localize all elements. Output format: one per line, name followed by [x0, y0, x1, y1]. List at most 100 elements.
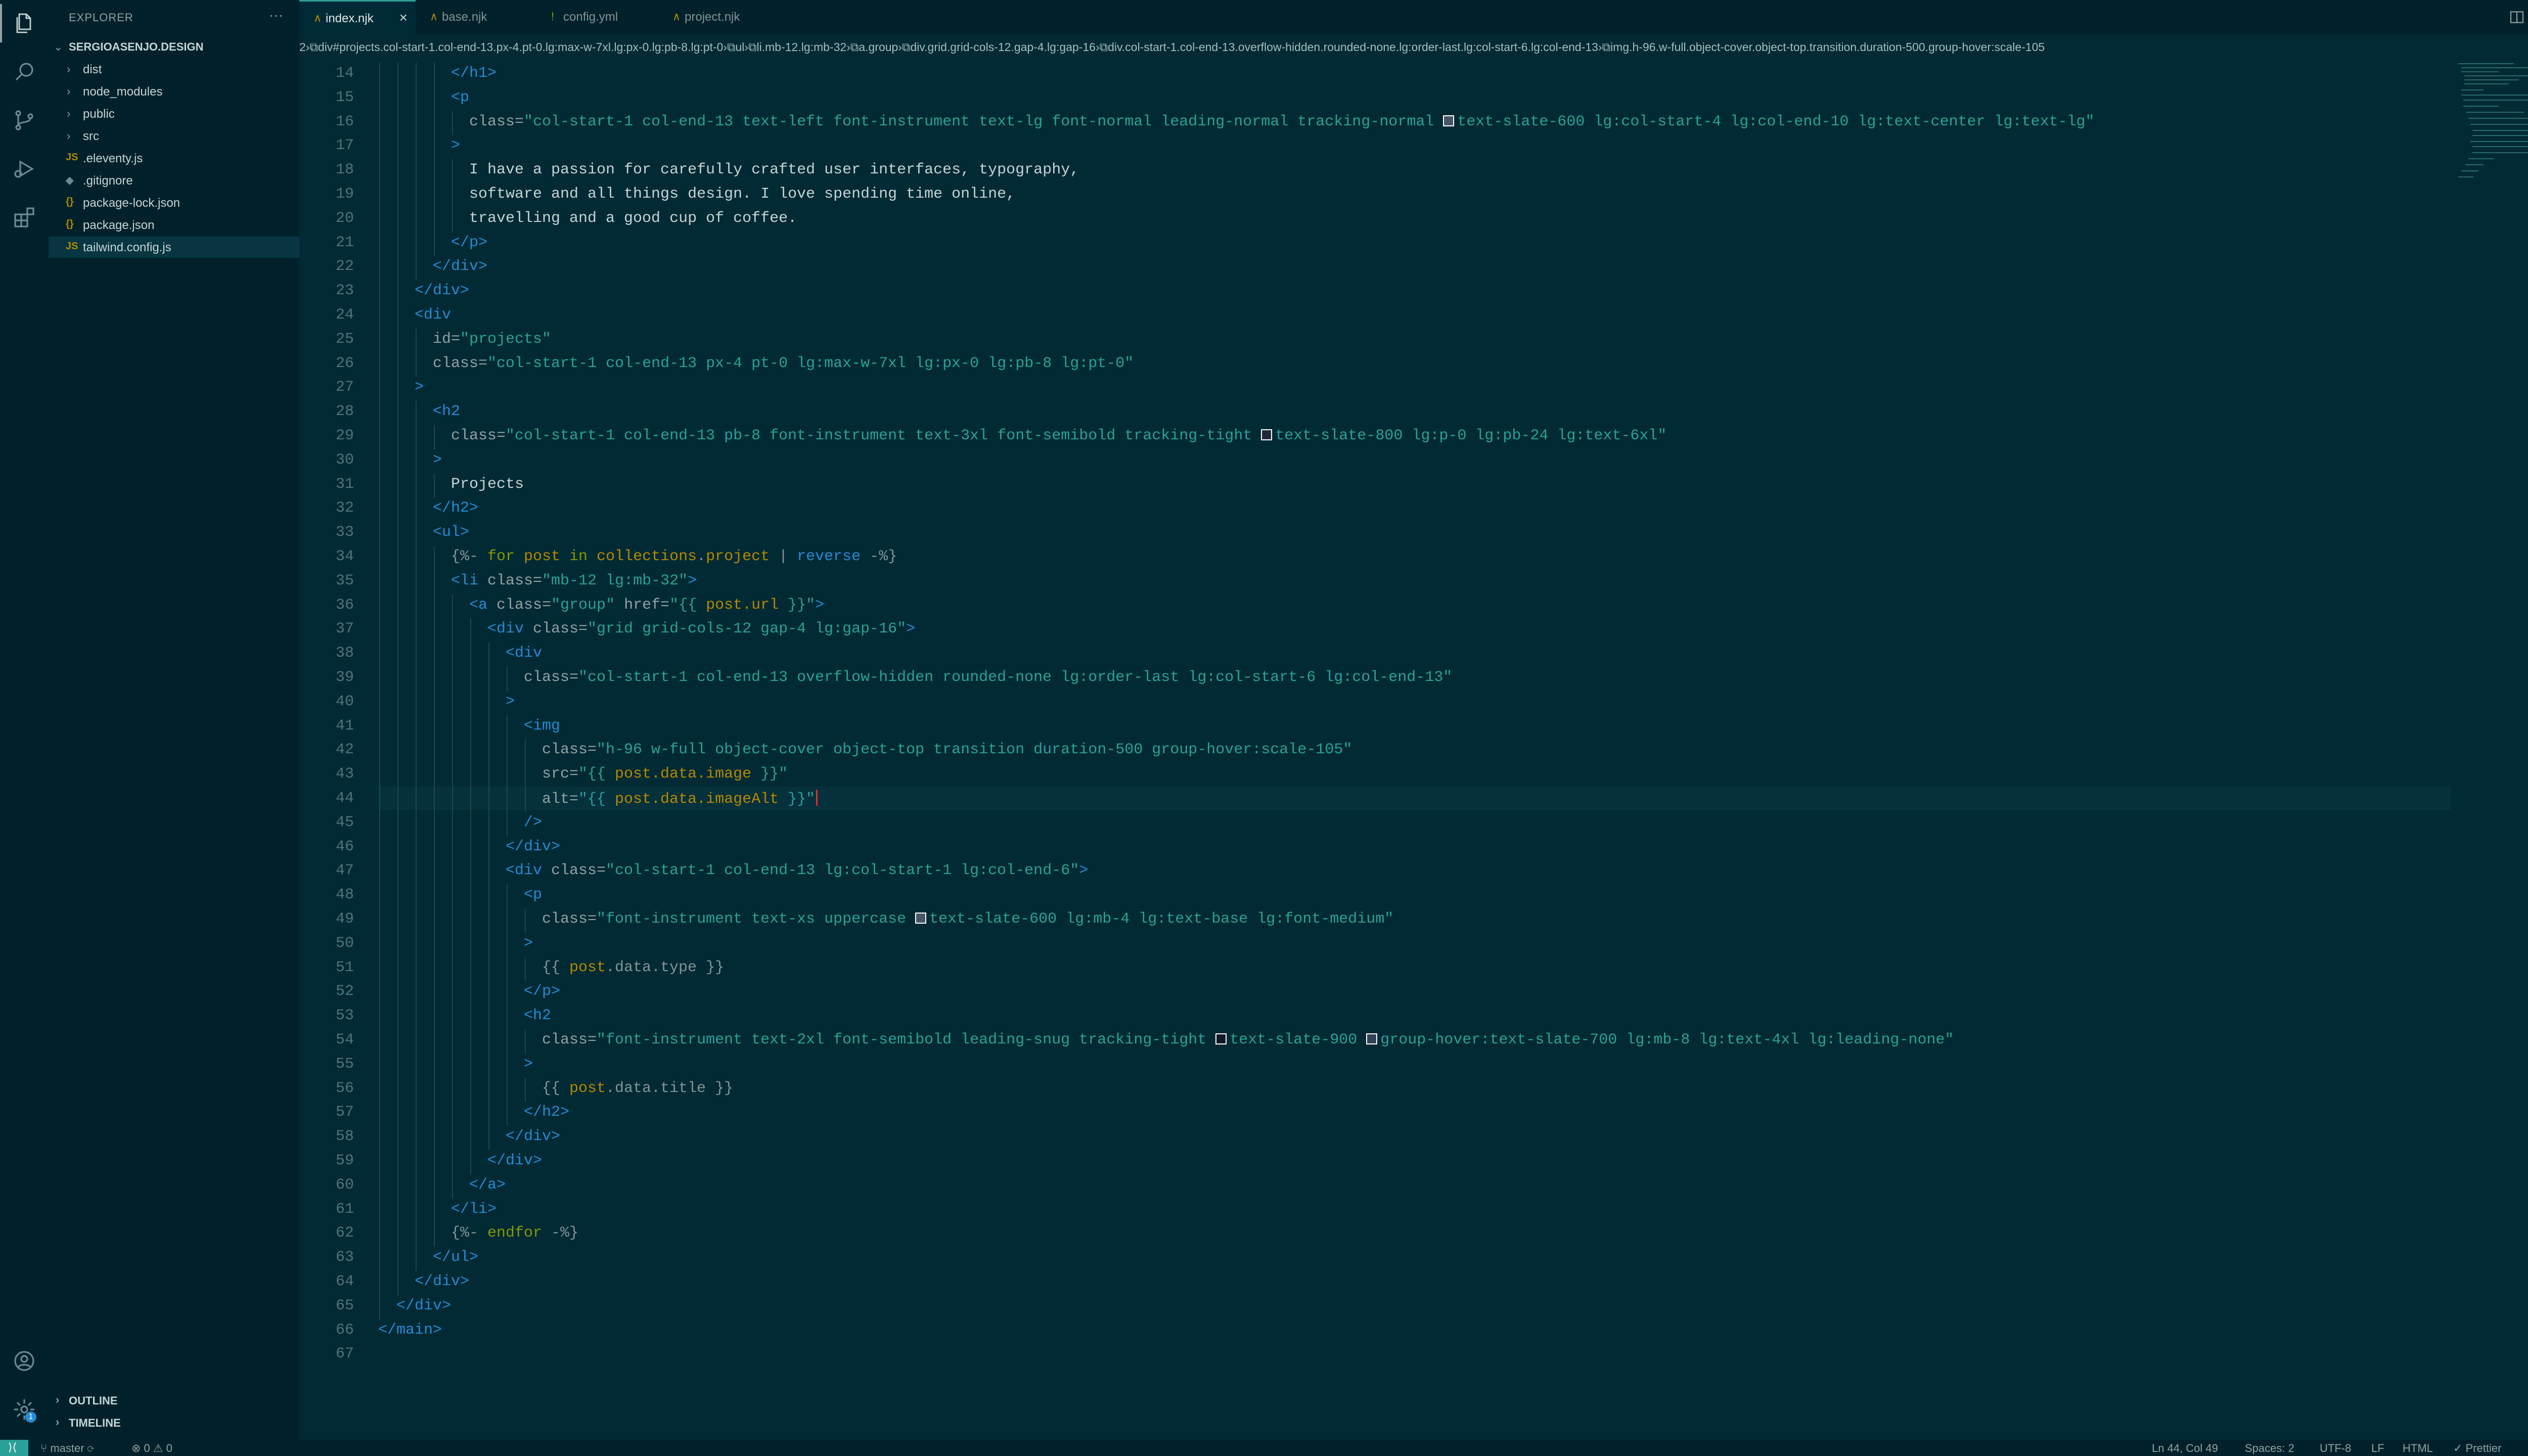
- code-line[interactable]: </p>: [524, 983, 560, 1000]
- code-line[interactable]: <div class="grid grid-cols-12 gap-4 lg:g…: [487, 620, 915, 638]
- line-ending[interactable]: LF: [2371, 1442, 2384, 1455]
- code-line[interactable]: <a class="group" href="{{ post.url }}">: [469, 597, 824, 614]
- code-line[interactable]: <div class="col-start-1 col-end-13 lg:co…: [506, 862, 1088, 879]
- code-line[interactable]: Projects: [451, 476, 524, 493]
- source-control-icon[interactable]: [12, 108, 36, 132]
- code-line[interactable]: <div: [506, 645, 542, 662]
- file-item[interactable]: ◆ .gitignore: [49, 170, 299, 191]
- code-line[interactable]: alt="{{ post.data.imageAlt }}": [542, 790, 818, 808]
- folder-item[interactable]: › src: [49, 125, 299, 147]
- code-line[interactable]: <div: [415, 306, 451, 324]
- code-line[interactable]: </h2>: [433, 499, 478, 517]
- code-line[interactable]: >: [415, 379, 424, 396]
- tab-project-njk[interactable]: ∧ project.njk: [658, 0, 790, 34]
- folder-item[interactable]: › node_modules: [49, 81, 299, 102]
- minimap[interactable]: [2453, 60, 2528, 191]
- code-editor[interactable]: 14 </h1> 15 <p 16 class="col-start-1 col-end-…: [299, 60, 2528, 1440]
- code-line[interactable]: >: [433, 451, 442, 469]
- code-line[interactable]: <h2: [524, 1007, 551, 1024]
- code-line[interactable]: <ul>: [433, 524, 469, 541]
- breadcrumb-item[interactable]: ul: [736, 40, 745, 54]
- code-line[interactable]: travelling and a good cup of coffee.: [469, 210, 797, 227]
- code-line[interactable]: />: [524, 814, 542, 831]
- remote-indicator[interactable]: ⟩⟨: [0, 1440, 28, 1456]
- color-swatch[interactable]: [1443, 115, 1455, 126]
- code-line[interactable]: </div>: [506, 1128, 560, 1145]
- code-line[interactable]: class="h-96 w-full object-cover object-t…: [542, 741, 1352, 758]
- file-item[interactable]: JS tailwind.config.js: [49, 237, 299, 258]
- folder-item[interactable]: › public: [49, 103, 299, 124]
- tab-base-njk[interactable]: ∧ base.njk: [416, 0, 537, 34]
- color-swatch[interactable]: [1366, 1033, 1378, 1044]
- accounts-icon[interactable]: [12, 1349, 36, 1373]
- breadcrumb-item[interactable]: 2: [299, 40, 306, 54]
- code-line[interactable]: class="font-instrument text-xs uppercase…: [542, 911, 1393, 928]
- code-line[interactable]: <img: [524, 717, 560, 735]
- code-line[interactable]: <p: [451, 89, 469, 106]
- tab-index-njk[interactable]: ∧ index.njk ×: [299, 0, 416, 36]
- code-line[interactable]: <h2: [433, 403, 460, 420]
- code-line[interactable]: src="{{ post.data.image }}": [542, 765, 788, 783]
- breadcrumb-item[interactable]: a.group: [859, 40, 898, 54]
- breadcrumb-item[interactable]: li.mb-12.lg:mb-32: [757, 40, 847, 54]
- code-line[interactable]: {{ post.data.title }}: [542, 1080, 733, 1097]
- color-swatch[interactable]: [915, 913, 927, 924]
- code-line[interactable]: </div>: [396, 1297, 451, 1314]
- more-actions-icon[interactable]: ···: [269, 7, 283, 23]
- run-debug-icon[interactable]: [12, 157, 36, 181]
- close-icon[interactable]: ×: [399, 10, 408, 26]
- code-line[interactable]: software and all things design. I love s…: [469, 186, 1015, 203]
- code-line[interactable]: </h2>: [524, 1104, 569, 1121]
- code-line[interactable]: id="projects": [433, 331, 551, 348]
- branch-indicator[interactable]: ⑂ master ⟳: [40, 1442, 94, 1455]
- code-line[interactable]: </div>: [415, 1273, 469, 1290]
- code-line[interactable]: class="col-start-1 col-end-13 px-4 pt-0 …: [433, 355, 1134, 372]
- code-line[interactable]: class="col-start-1 col-end-13 text-left …: [469, 113, 2095, 130]
- code-line[interactable]: </li>: [451, 1201, 496, 1218]
- tab-config-yml[interactable]: ! config.yml: [537, 0, 658, 34]
- breadcrumb-item[interactable]: img.h-96.w-full.object-cover.object-top.…: [1610, 40, 2045, 54]
- open-preview-icon[interactable]: [2509, 9, 2525, 25]
- file-item[interactable]: {} package.json: [49, 214, 299, 236]
- breadcrumb-item[interactable]: div#projects.col-start-1.col-end-13.px-4…: [318, 40, 724, 54]
- encoding[interactable]: UTF-8: [2320, 1442, 2351, 1455]
- code-line[interactable]: </a>: [469, 1176, 506, 1194]
- code-line[interactable]: </div>: [433, 258, 487, 275]
- settings-gear-icon[interactable]: 1: [12, 1397, 36, 1423]
- color-swatch[interactable]: [1215, 1033, 1227, 1044]
- code-line[interactable]: >: [506, 693, 515, 710]
- code-line[interactable]: </h1>: [451, 65, 496, 82]
- cursor-position[interactable]: Ln 44, Col 49: [2152, 1442, 2218, 1455]
- timeline-section[interactable]: › TIMELINE: [49, 1412, 299, 1433]
- code-line[interactable]: </main>: [378, 1322, 442, 1339]
- color-swatch[interactable]: [1261, 429, 1273, 440]
- prettier-status[interactable]: ✓ Prettier: [2453, 1442, 2501, 1455]
- search-icon[interactable]: [12, 60, 36, 84]
- code-line[interactable]: >: [524, 1056, 533, 1073]
- problems-indicator[interactable]: ⊗ 0 ⚠ 0: [131, 1442, 172, 1455]
- code-line[interactable]: class="font-instrument text-2xl font-sem…: [542, 1031, 1954, 1049]
- folder-item[interactable]: › dist: [49, 59, 299, 80]
- indentation[interactable]: Spaces: 2: [2245, 1442, 2294, 1455]
- code-line[interactable]: </div>: [415, 282, 469, 299]
- code-line[interactable]: class="col-start-1 col-end-13 pb-8 font-…: [451, 427, 1666, 444]
- code-line[interactable]: </p>: [451, 234, 487, 251]
- outline-section[interactable]: › OUTLINE: [49, 1389, 299, 1410]
- extensions-icon[interactable]: [12, 205, 36, 230]
- file-item[interactable]: JS .eleventy.js: [49, 148, 299, 169]
- breadcrumb-item[interactable]: div.col-start-1.col-end-13.overflow-hidd…: [1108, 40, 1598, 54]
- code-line[interactable]: <p: [524, 886, 542, 903]
- code-line[interactable]: {%- for post in collections.project | re…: [451, 548, 897, 565]
- code-line[interactable]: >: [451, 137, 460, 154]
- file-item[interactable]: {} package-lock.json: [49, 192, 299, 213]
- code-line[interactable]: I have a passion for carefully crafted u…: [469, 161, 1079, 178]
- explorer-icon[interactable]: [0, 4, 36, 42]
- code-line[interactable]: >: [524, 935, 533, 952]
- code-line[interactable]: </div>: [506, 838, 560, 855]
- code-line[interactable]: {%- endfor -%}: [451, 1224, 578, 1242]
- code-line[interactable]: </ul>: [433, 1249, 478, 1266]
- code-line[interactable]: class="col-start-1 col-end-13 overflow-h…: [524, 669, 1452, 686]
- code-line[interactable]: <li class="mb-12 lg:mb-32">: [451, 572, 697, 589]
- workspace-root[interactable]: ⌄ SERGIOASENJO.DESIGN: [49, 36, 299, 58]
- code-line[interactable]: {{ post.data.type }}: [542, 959, 724, 976]
